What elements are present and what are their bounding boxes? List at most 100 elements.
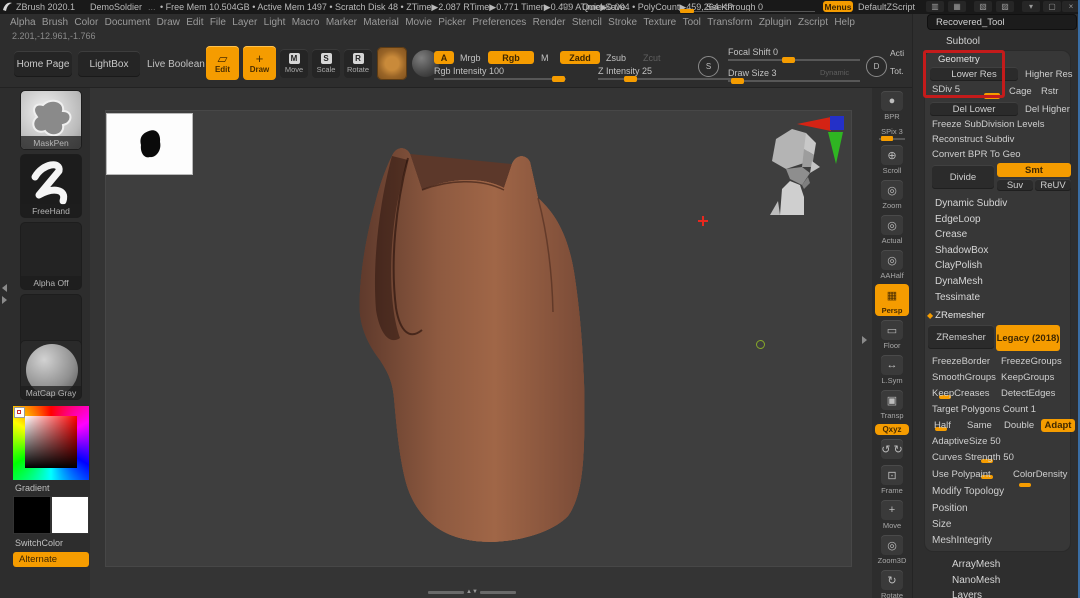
z-intensity-slider[interactable]: [598, 76, 740, 82]
rgb-intensity-slider[interactable]: [434, 76, 566, 82]
see-through-slider-handle[interactable]: [680, 9, 694, 13]
right-shelf-spix[interactable]: SPix 3: [875, 125, 909, 141]
zremesher-section-header[interactable]: ◆ ZRemesher: [927, 310, 985, 321]
zcut-toggle[interactable]: Zcut: [643, 53, 661, 63]
mrgb-toggle[interactable]: Mrgb: [460, 53, 481, 63]
canvas-viewport[interactable]: ▲▼: [90, 88, 872, 598]
same-button[interactable]: Same: [967, 420, 992, 431]
curves-strength-slider[interactable]: Curves Strength 50: [932, 452, 1014, 463]
menu-macro[interactable]: Macro: [292, 17, 320, 28]
menu-movie[interactable]: Movie: [405, 17, 432, 28]
brush-thumbnail-maskpen[interactable]: MaskPen: [20, 90, 82, 150]
gradient-label[interactable]: Gradient: [15, 483, 50, 493]
switch-color-button[interactable]: SwitchColor: [15, 538, 63, 548]
stroke-d-icon[interactable]: D: [866, 56, 887, 77]
axis-gizmo[interactable]: [795, 114, 847, 168]
section-dynamic-subdiv[interactable]: Dynamic Subdiv: [932, 198, 1007, 214]
alpha-thumbnail[interactable]: Alpha Off: [20, 222, 82, 290]
focal-shift-slider[interactable]: [728, 57, 860, 63]
titlebar-divider-icon-2[interactable]: ▦: [948, 1, 966, 12]
titlebar-divider-icon-4[interactable]: ▨: [996, 1, 1014, 12]
right-shelf-zoom[interactable]: ◎ Zoom: [875, 179, 909, 211]
right-shelf-persp[interactable]: ▦ Persp: [875, 284, 909, 316]
palette-section-nanomesh[interactable]: NanoMesh: [952, 575, 1000, 591]
modify-topology-section[interactable]: Modify Topology: [932, 486, 1004, 497]
rstr-button[interactable]: Rstr: [1041, 86, 1058, 97]
right-shelf-local-symmetry[interactable]: ↔ L.Sym: [875, 354, 909, 386]
adaptive-size-slider[interactable]: AdaptiveSize 50: [932, 436, 1001, 447]
menu-render[interactable]: Render: [533, 17, 566, 28]
mesh-integrity-section[interactable]: MeshIntegrity: [932, 535, 992, 546]
keep-creases-toggle[interactable]: KeepCreases: [932, 388, 990, 399]
right-shelf-rotate-canvas[interactable]: ↻ Rotate: [875, 569, 909, 598]
subtool-section-header[interactable]: Subtool: [946, 36, 980, 47]
move-button[interactable]: M Move: [280, 49, 308, 78]
freeze-subdivision-button[interactable]: Freeze SubDivision Levels: [932, 119, 1044, 130]
zadd-toggle[interactable]: Zadd: [560, 51, 600, 64]
color-density-handle[interactable]: [1019, 483, 1031, 487]
color-saturation-square[interactable]: [25, 416, 77, 468]
live-boolean-button[interactable]: Live Boolean: [147, 59, 205, 70]
detect-edges-toggle[interactable]: DetectEdges: [1001, 388, 1055, 399]
see-through-slider[interactable]: [680, 11, 815, 12]
bottom-tray-divider[interactable]: ▲▼: [428, 589, 516, 595]
zremesher-button[interactable]: ZRemesher: [928, 325, 994, 349]
left-shelf-split-handle-2[interactable]: [2, 296, 7, 304]
section-shadowbox[interactable]: ShadowBox: [932, 245, 1007, 261]
section-edgeloop[interactable]: EdgeLoop: [932, 214, 1007, 230]
menu-material[interactable]: Material: [363, 17, 399, 28]
menu-tool[interactable]: Tool: [683, 17, 701, 28]
right-shelf-actual[interactable]: ◎ Actual: [875, 214, 909, 246]
home-page-button[interactable]: Home Page: [14, 51, 72, 77]
menu-stroke[interactable]: Stroke: [608, 17, 637, 28]
right-shelf-bpr[interactable]: ● BPR: [875, 90, 909, 122]
divide-button[interactable]: Divide: [932, 165, 994, 189]
material-thumbnail[interactable]: MatCap Gray: [20, 340, 82, 400]
convert-bpr-button[interactable]: Convert BPR To Geo: [932, 149, 1021, 160]
dynamic-label[interactable]: Dynamic: [820, 68, 849, 77]
menu-picker[interactable]: Picker: [438, 17, 466, 28]
menu-file[interactable]: File: [210, 17, 226, 28]
draw-button[interactable]: + Draw: [243, 46, 276, 80]
position-section[interactable]: Position: [932, 503, 968, 514]
draw-size-slider[interactable]: [728, 78, 860, 84]
left-shelf-split-handle[interactable]: [2, 284, 7, 292]
right-shelf-transp[interactable]: ▣ Transp: [875, 389, 909, 421]
right-shelf-scroll[interactable]: ⊕ Scroll: [875, 144, 909, 176]
menu-zscript[interactable]: Zscript: [798, 17, 828, 28]
minimize-icon[interactable]: ▾: [1022, 1, 1040, 12]
menu-color[interactable]: Color: [74, 17, 98, 28]
secondary-color-swatch[interactable]: [51, 496, 89, 534]
size-section[interactable]: Size: [932, 519, 951, 530]
menu-brush[interactable]: Brush: [42, 17, 68, 28]
palette-section-arraymesh[interactable]: ArrayMesh: [952, 559, 1000, 575]
mode-a-toggle[interactable]: A: [434, 51, 454, 64]
palette-section-layers[interactable]: Layers: [952, 590, 1000, 598]
section-tessimate[interactable]: Tessimate: [932, 292, 1007, 308]
color-density-slider[interactable]: ColorDensity: [1013, 469, 1067, 480]
menu-transform[interactable]: Transform: [707, 17, 752, 28]
right-shelf-zoom3d[interactable]: ◎ Zoom3D: [875, 534, 909, 566]
section-crease[interactable]: Crease: [932, 229, 1007, 245]
right-shelf-spin[interactable]: ↺ ↻: [875, 438, 909, 461]
cage-button[interactable]: Cage: [1009, 86, 1032, 97]
reuv-button[interactable]: ReUV: [1035, 179, 1071, 191]
menu-stencil[interactable]: Stencil: [572, 17, 602, 28]
del-higher-button[interactable]: Del Higher: [1025, 104, 1070, 115]
del-lower-button[interactable]: Del Lower: [930, 102, 1018, 116]
color-picker[interactable]: [13, 406, 89, 480]
default-zscript-label[interactable]: DefaultZScript: [858, 2, 915, 12]
menu-alpha[interactable]: Alpha: [10, 17, 36, 28]
lightbox-button[interactable]: LightBox: [78, 51, 140, 77]
right-shelf-aahalf[interactable]: ◎ AAHalf: [875, 249, 909, 281]
alternate-button[interactable]: Alternate: [13, 552, 89, 567]
menu-draw[interactable]: Draw: [157, 17, 180, 28]
menu-light[interactable]: Light: [264, 17, 286, 28]
rgb-toggle[interactable]: Rgb: [488, 51, 534, 64]
keep-groups-toggle[interactable]: KeepGroups: [1001, 372, 1054, 383]
reconstruct-subdiv-button[interactable]: Reconstruct Subdiv: [932, 134, 1014, 145]
smt-toggle[interactable]: Smt: [997, 163, 1071, 177]
stroke-s-icon[interactable]: S: [698, 56, 719, 77]
section-claypolish[interactable]: ClayPolish: [932, 260, 1007, 276]
zsub-toggle[interactable]: Zsub: [606, 53, 626, 63]
